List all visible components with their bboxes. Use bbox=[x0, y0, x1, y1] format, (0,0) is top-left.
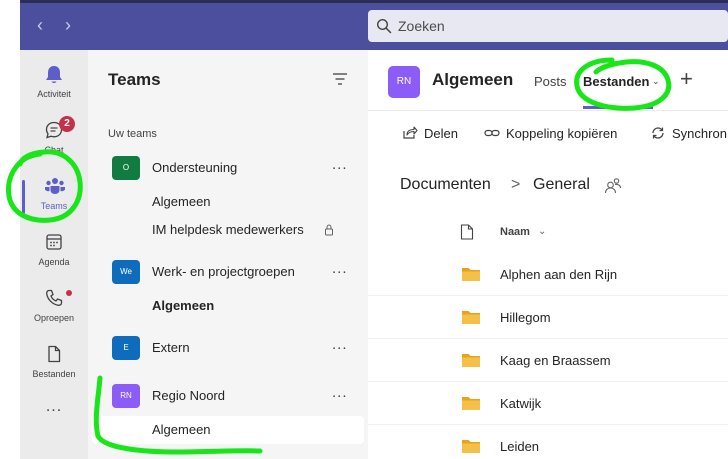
more-options-icon[interactable]: ... bbox=[332, 384, 348, 401]
breadcrumb-separator: > bbox=[511, 176, 521, 193]
calendar-icon bbox=[46, 234, 62, 250]
selected-channel-highlight bbox=[92, 416, 364, 444]
teams-window: ‹ › Activiteit 2 Chat bbox=[0, 0, 728, 459]
more-apps-icon[interactable]: ... bbox=[20, 398, 88, 416]
team-avatar: RN bbox=[112, 384, 140, 408]
channel-avatar: RN bbox=[388, 66, 420, 98]
more-options-icon[interactable]: ... bbox=[332, 260, 348, 277]
file-name: Katwijk bbox=[500, 396, 542, 411]
sync-label: Synchron bbox=[672, 126, 727, 141]
file-list-header: Naam ⌄ bbox=[368, 220, 728, 244]
file-name: Leiden bbox=[500, 439, 540, 454]
bell-icon bbox=[46, 66, 62, 83]
file-icon bbox=[48, 345, 61, 363]
rail-label-files: Bestanden bbox=[32, 369, 76, 379]
team-avatar: We bbox=[112, 260, 140, 284]
file-row[interactable]: Alphen aan den Rijn bbox=[368, 253, 728, 296]
rail-label-calls: Oproepen bbox=[33, 313, 75, 323]
file-type-icon bbox=[460, 224, 474, 240]
copy-link-label: Koppeling kopiëren bbox=[506, 126, 618, 141]
back-arrow-icon[interactable]: ‹ bbox=[30, 14, 50, 36]
team-name: Extern bbox=[152, 340, 190, 355]
folder-icon bbox=[462, 397, 480, 410]
search-box[interactable] bbox=[368, 10, 728, 42]
channel-im-helpdesk[interactable]: IM helpdesk medewerkers bbox=[152, 222, 304, 237]
forward-arrow-icon[interactable]: › bbox=[58, 14, 78, 36]
file-row[interactable]: Kaag en Braassem bbox=[368, 339, 728, 382]
share-label: Delen bbox=[424, 126, 458, 141]
file-row[interactable]: Hillegom bbox=[368, 296, 728, 339]
team-name: Werk- en projectgroepen bbox=[152, 264, 295, 279]
people-icon[interactable] bbox=[604, 176, 622, 194]
team-name: Regio Noord bbox=[152, 388, 225, 403]
team-werk-en-projectgroepen[interactable]: We Werk- en projectgroepen ... bbox=[88, 254, 368, 290]
rail-label-activity: Activiteit bbox=[37, 89, 71, 99]
rail-chat[interactable]: 2 Chat bbox=[20, 112, 88, 168]
file-name: Alphen aan den Rijn bbox=[500, 267, 618, 282]
your-teams-heading: Uw teams bbox=[108, 128, 157, 140]
rail-label-calendar: Agenda bbox=[38, 257, 70, 267]
channel-algemeen[interactable]: Algemeen bbox=[152, 194, 211, 209]
folder-icon bbox=[462, 311, 480, 324]
breadcrumb-current: General bbox=[533, 176, 590, 193]
breadcrumb-documents[interactable]: Documenten bbox=[400, 176, 491, 194]
rail-label-chat: Chat bbox=[44, 145, 64, 155]
link-icon bbox=[484, 129, 500, 137]
more-options-icon[interactable]: ... bbox=[332, 336, 348, 353]
rail-activity[interactable]: Activiteit bbox=[20, 56, 88, 112]
channel-title: Algemeen bbox=[432, 70, 514, 89]
team-regio-noord[interactable]: RN Regio Noord ... bbox=[88, 378, 368, 414]
rail-teams[interactable]: Teams bbox=[20, 168, 88, 224]
folder-icon bbox=[462, 268, 480, 281]
app-rail: Activiteit 2 Chat Teams Agenda Oproepen … bbox=[20, 50, 88, 459]
folder-icon bbox=[462, 354, 480, 367]
column-name-header[interactable]: Naam bbox=[500, 226, 530, 238]
sync-icon bbox=[652, 127, 664, 139]
filter-icon[interactable] bbox=[332, 72, 348, 86]
rail-label-teams: Teams bbox=[40, 201, 68, 211]
folder-icon bbox=[462, 440, 480, 453]
teams-panel-title: Teams bbox=[108, 70, 161, 89]
window-edge-top bbox=[20, 0, 728, 3]
teams-icon bbox=[45, 178, 65, 194]
channel-header: RN Algemeen Posts Bestanden ⌄ + bbox=[368, 50, 728, 110]
search-input[interactable] bbox=[398, 14, 718, 38]
window-edge bbox=[0, 0, 20, 459]
tab-posts[interactable]: Posts bbox=[534, 74, 567, 89]
file-row[interactable]: Katwijk bbox=[368, 382, 728, 425]
channel-algemeen-selected[interactable]: Algemeen bbox=[152, 422, 211, 437]
file-row[interactable]: Leiden bbox=[368, 425, 728, 459]
chevron-down-icon[interactable]: ⌄ bbox=[652, 76, 660, 87]
add-tab-button[interactable]: + bbox=[680, 66, 693, 92]
team-avatar: E bbox=[112, 336, 140, 360]
team-avatar: O bbox=[112, 156, 140, 180]
rail-files[interactable]: Bestanden bbox=[20, 336, 88, 392]
channel-algemeen[interactable]: Algemeen bbox=[152, 298, 214, 313]
divider bbox=[368, 110, 728, 111]
calls-notification-dot bbox=[66, 290, 72, 296]
rail-calendar[interactable]: Agenda bbox=[20, 224, 88, 280]
chat-unread-badge: 2 bbox=[59, 116, 75, 132]
active-tab-underline bbox=[583, 106, 653, 109]
sort-chevron-icon[interactable]: ⌄ bbox=[538, 226, 546, 237]
share-icon bbox=[403, 126, 418, 139]
file-name: Kaag en Braassem bbox=[500, 353, 611, 368]
lock-icon bbox=[325, 224, 333, 236]
more-options-icon[interactable]: ... bbox=[332, 156, 348, 173]
rail-calls[interactable]: Oproepen bbox=[20, 280, 88, 336]
file-name: Hillegom bbox=[500, 310, 551, 325]
channel-content: RN Algemeen Posts Bestanden ⌄ + Delen Ko… bbox=[368, 50, 728, 459]
team-extern[interactable]: E Extern ... bbox=[88, 330, 368, 366]
tab-files[interactable]: Bestanden bbox=[583, 74, 649, 89]
team-name: Ondersteuning bbox=[152, 160, 238, 175]
search-icon bbox=[376, 18, 392, 34]
teams-list-panel: Teams Uw teams O Ondersteuning ... Algem… bbox=[88, 50, 368, 459]
title-bar: ‹ › bbox=[20, 0, 728, 50]
team-ondersteuning[interactable]: O Ondersteuning ... bbox=[88, 150, 368, 186]
phone-icon bbox=[46, 289, 63, 306]
